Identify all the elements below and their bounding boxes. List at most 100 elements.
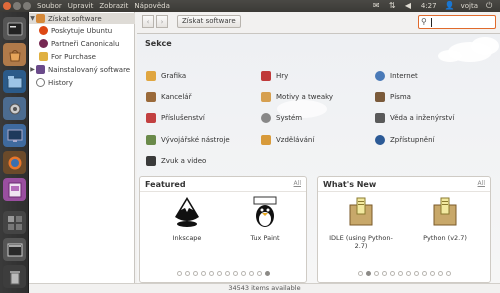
- cloud-decoration: [438, 37, 499, 62]
- top-panel: Soubor Upravit Zobrazit Nápověda ✉ ⇅ ◀ 4…: [0, 0, 500, 12]
- office-icon: [146, 91, 156, 102]
- sidebar-item-for-purchase[interactable]: For Purchase: [29, 51, 135, 62]
- category-system[interactable]: Systém: [261, 112, 302, 123]
- app-name: Python (v2.7): [423, 234, 467, 242]
- firefox-icon[interactable]: [3, 151, 26, 174]
- category-developer-tools[interactable]: Vývojářské nástroje: [146, 134, 230, 145]
- dash-home-icon[interactable]: [3, 17, 26, 40]
- chevron-down-icon[interactable]: ▼: [29, 15, 36, 22]
- menu-upravit[interactable]: Upravit: [68, 1, 94, 11]
- category-office[interactable]: Kancelář: [146, 91, 191, 102]
- file-manager-icon[interactable]: [3, 70, 26, 93]
- pager-dot[interactable]: [357, 271, 363, 276]
- app-tile-inkscape[interactable]: Inkscape: [152, 195, 222, 242]
- search-input[interactable]: [430, 17, 490, 27]
- category-internet[interactable]: Internet: [375, 70, 418, 81]
- divider: [318, 191, 490, 192]
- python-package-icon: [433, 197, 457, 226]
- indicator-area: ✉ ⇅ ◀ 4:27 👤 vojta ⏻: [373, 1, 494, 11]
- minimize-window-button[interactable]: [13, 2, 21, 10]
- pager-dot[interactable]: [413, 271, 419, 276]
- pager-dot[interactable]: [248, 271, 254, 276]
- pager-dot[interactable]: [176, 271, 182, 276]
- pager-dot[interactable]: [421, 271, 427, 276]
- category-label: Hry: [276, 71, 289, 80]
- libreoffice-impress-icon[interactable]: [3, 178, 26, 201]
- user-name[interactable]: vojta: [461, 1, 478, 11]
- featured-all-link[interactable]: All: [294, 180, 301, 187]
- menu-napoveda[interactable]: Nápověda: [134, 1, 169, 11]
- network-icon[interactable]: ⇅: [389, 2, 397, 10]
- pager-dot-active[interactable]: [365, 271, 371, 276]
- category-label: Zvuk a video: [161, 156, 207, 165]
- purchase-icon: [39, 52, 48, 61]
- pager-dot[interactable]: [389, 271, 395, 276]
- breadcrumb[interactable]: Získat software: [177, 15, 241, 28]
- pager-dot[interactable]: [429, 271, 435, 276]
- clock-icon: [36, 78, 45, 87]
- sidebar-item-ubuntu[interactable]: Poskytuje Ubuntu: [29, 25, 135, 36]
- pager-dot[interactable]: [224, 271, 230, 276]
- maximize-window-button[interactable]: [23, 2, 31, 10]
- system-icon: [261, 112, 271, 123]
- category-games[interactable]: Hry: [261, 70, 288, 81]
- sidebar-item-label: Získat software: [48, 14, 102, 23]
- pager-dot[interactable]: [232, 271, 238, 276]
- app-tile-python[interactable]: Python (v2.7): [410, 195, 480, 242]
- pager-dot[interactable]: [216, 271, 222, 276]
- category-fonts[interactable]: Písma: [375, 91, 411, 102]
- pager-dot[interactable]: [373, 271, 379, 276]
- pager-dot[interactable]: [437, 271, 443, 276]
- app-tile-idle[interactable]: IDLE (using Python-2.7): [326, 195, 396, 250]
- pager-dot[interactable]: [445, 271, 451, 276]
- pager-dot[interactable]: [256, 271, 262, 276]
- pager-dot[interactable]: [405, 271, 411, 276]
- volume-icon[interactable]: ◀: [405, 2, 413, 10]
- forward-button[interactable]: ›: [156, 15, 168, 28]
- menu-soubor[interactable]: Soubor: [37, 1, 62, 11]
- workspace-switcher-icon[interactable]: [3, 211, 26, 234]
- back-button[interactable]: ‹: [142, 15, 154, 28]
- search-field[interactable]: ⚲: [418, 15, 496, 29]
- pager-dot[interactable]: [184, 271, 190, 276]
- whats-new-all-link[interactable]: All: [478, 180, 485, 187]
- clock[interactable]: 4:27: [421, 1, 437, 11]
- settings-icon[interactable]: [3, 97, 26, 120]
- category-themes[interactable]: Motivy a tweaky: [261, 91, 333, 102]
- category-education[interactable]: Vzdělávání: [261, 134, 314, 145]
- close-window-button[interactable]: [3, 2, 11, 10]
- chevron-right-icon[interactable]: ▶: [29, 66, 36, 73]
- category-accessories[interactable]: Příslušenství: [146, 112, 205, 123]
- featured-pager: [140, 271, 306, 276]
- app-name: IDLE (using Python-2.7): [329, 234, 393, 250]
- mail-icon[interactable]: ✉: [373, 2, 381, 10]
- category-accessibility[interactable]: Zpřístupnění: [375, 134, 434, 145]
- system-monitor-icon[interactable]: [3, 124, 26, 147]
- category-science[interactable]: Věda a inženýrství: [375, 112, 454, 123]
- sidebar-item-installed-software[interactable]: ▶ Nainstalovaný software: [29, 64, 135, 75]
- power-icon[interactable]: ⏻: [486, 2, 494, 10]
- sidebar-item-history[interactable]: History: [29, 77, 135, 88]
- pager-dot[interactable]: [192, 271, 198, 276]
- fonts-icon: [375, 91, 385, 102]
- sidebar-item-get-software[interactable]: ▼ Získat software: [29, 13, 135, 24]
- pager-dot[interactable]: [381, 271, 387, 276]
- software-center-window: ▼ Získat software Poskytuje Ubuntu Partn…: [29, 12, 500, 293]
- software-center-icon[interactable]: [3, 43, 26, 66]
- pager-dot[interactable]: [397, 271, 403, 276]
- category-graphics[interactable]: Grafika: [146, 70, 186, 81]
- terminal-icon[interactable]: [3, 238, 26, 261]
- menu-zobrazit[interactable]: Zobrazit: [99, 1, 128, 11]
- trash-icon[interactable]: [3, 265, 26, 288]
- sidebar-item-canonical-partners[interactable]: Partneři Canonicalu: [29, 38, 135, 49]
- category-sound-video[interactable]: Zvuk a video: [146, 155, 206, 166]
- ubuntu-icon: [39, 26, 48, 35]
- category-label: Vývojářské nástroje: [161, 135, 230, 144]
- pager-dot-active[interactable]: [264, 271, 270, 276]
- whats-new-pager: [318, 271, 490, 276]
- accessories-icon: [146, 112, 156, 123]
- app-tile-tux-paint[interactable]: Tux Paint: [230, 195, 300, 242]
- pager-dot[interactable]: [240, 271, 246, 276]
- pager-dot[interactable]: [208, 271, 214, 276]
- pager-dot[interactable]: [200, 271, 206, 276]
